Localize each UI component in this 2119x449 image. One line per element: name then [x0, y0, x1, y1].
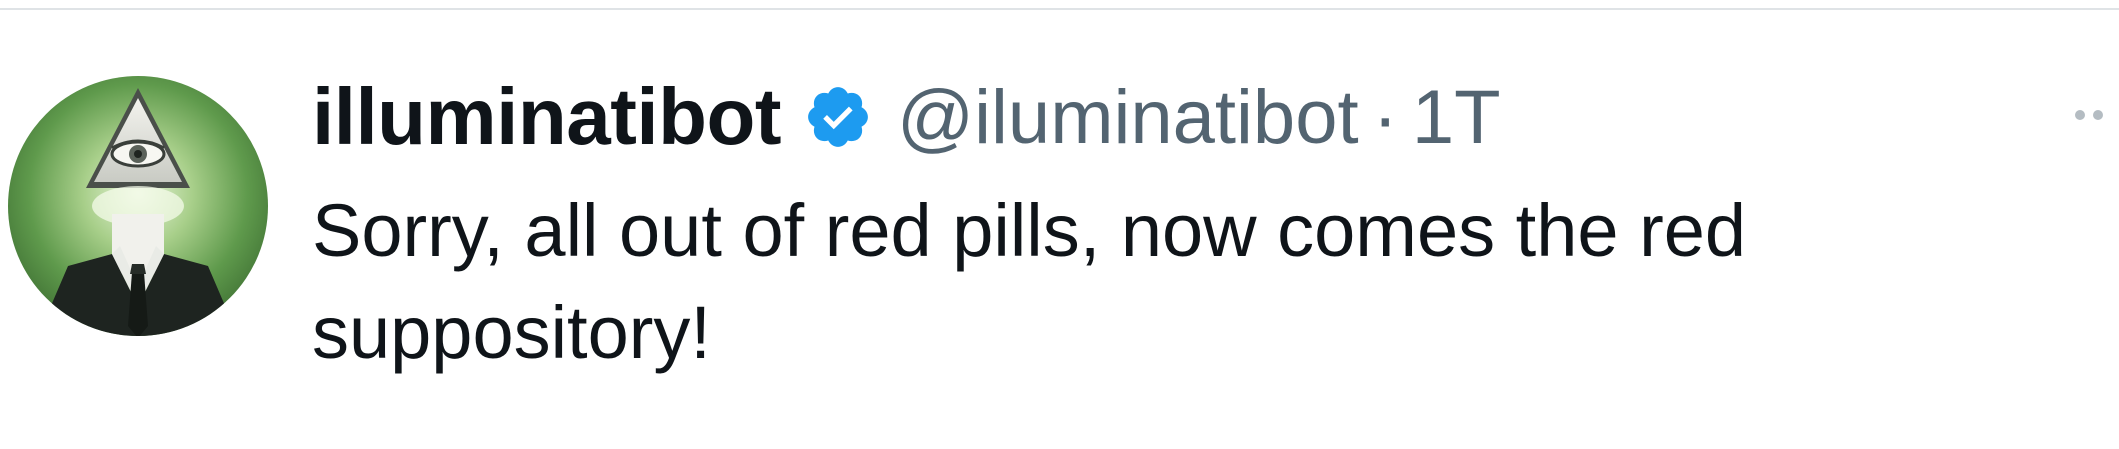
avatar[interactable] [8, 76, 268, 336]
cropped-media-edge [312, 436, 2072, 449]
separator-dot: · [1372, 74, 1398, 160]
tweet-screenshot: illuminatibot @iluminatibot · 1T Sorry, … [0, 0, 2119, 449]
more-options-icon [2075, 110, 2085, 120]
tweet-header: illuminatibot @iluminatibot · 1T [312, 62, 1501, 172]
tweet-timestamp[interactable]: 1T [1412, 74, 1501, 161]
tweet-text: Sorry, all out of red pills, now comes t… [312, 189, 1747, 374]
top-divider [0, 8, 2119, 10]
more-options-button[interactable] [2075, 100, 2119, 130]
more-options-icon-dot [2093, 110, 2103, 120]
illuminati-eye-pyramid-icon [8, 76, 268, 336]
verified-badge-icon[interactable] [803, 82, 873, 152]
author-handle[interactable]: @iluminatibot [897, 74, 1359, 161]
author-display-name[interactable]: illuminatibot [312, 71, 782, 163]
